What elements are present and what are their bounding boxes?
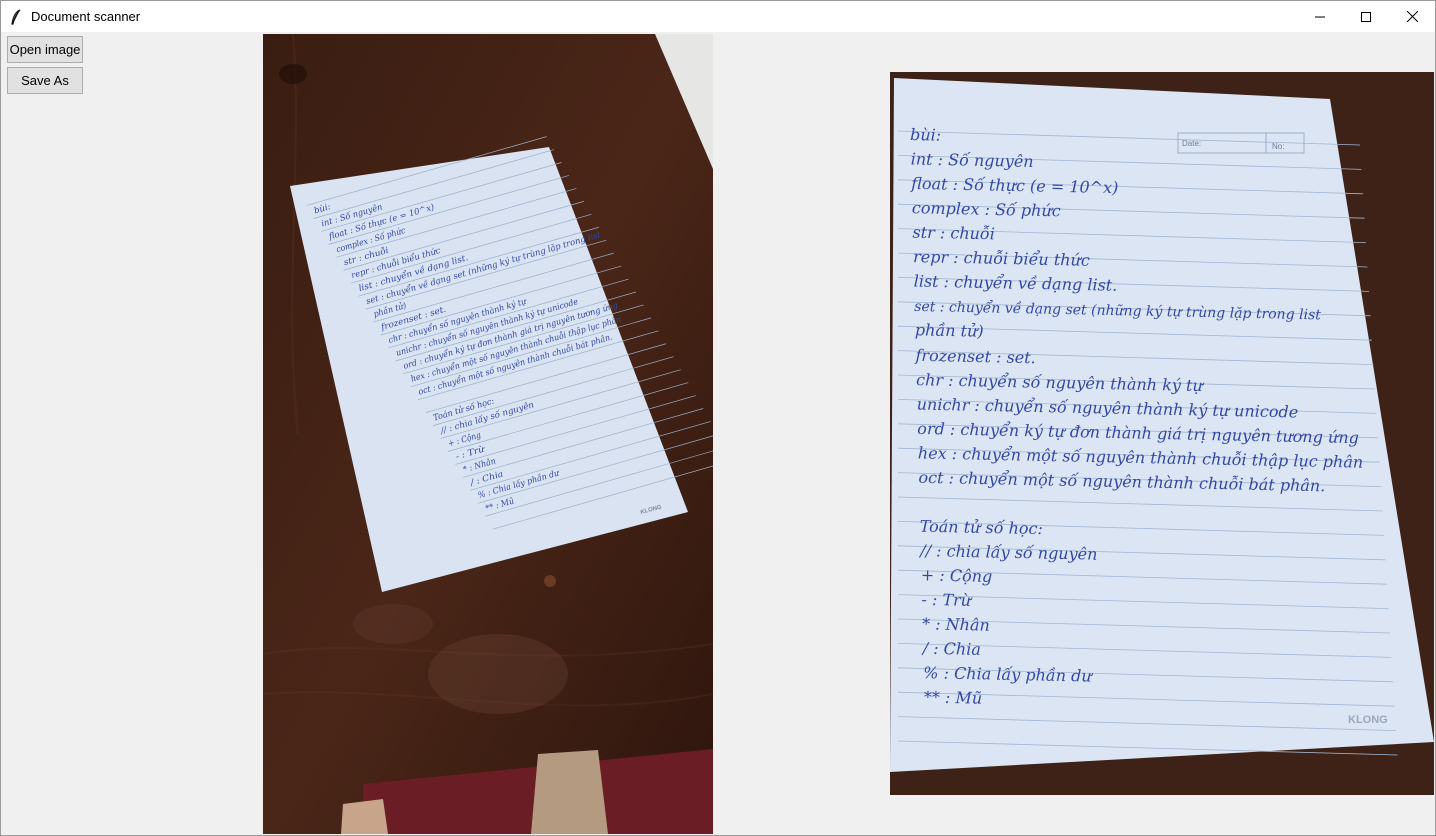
open-image-button[interactable]: Open image — [7, 36, 83, 63]
note-line: // : chia lấy số nguyên — [918, 541, 1098, 564]
feather-icon — [1, 1, 31, 32]
close-button[interactable] — [1389, 1, 1435, 32]
note-line: Toán tử số học: — [920, 517, 1044, 539]
original-image: bùi: int : Số nguyên float : Số thực (e = … — [263, 34, 713, 834]
note-line: phần tử) — [915, 320, 984, 340]
window-title: Document scanner — [31, 9, 141, 24]
close-icon — [1406, 11, 1418, 22]
note-line: frozenset : set. — [914, 346, 1036, 368]
note-line: bùi: — [910, 125, 941, 145]
title-bar: Document scanner — [1, 1, 1435, 32]
note-line: complex : Số phức — [912, 198, 1061, 220]
note-line: + : Cộng — [921, 565, 993, 585]
no-label: No: — [1272, 142, 1284, 151]
app-window: Document scanner Open image Save As bùi:… — [0, 0, 1436, 836]
note-line: / : Chia — [921, 639, 982, 659]
date-label: Date: — [1182, 139, 1201, 148]
note-line: int : Số nguyên — [911, 149, 1034, 171]
maximize-icon — [1361, 11, 1371, 22]
note-line: % : Chia lấy phần dư — [923, 663, 1093, 686]
maximize-button[interactable] — [1343, 1, 1389, 32]
minimize-button[interactable] — [1297, 1, 1343, 32]
brand-mark: KLONG — [1348, 714, 1388, 726]
note-line: repr : chuỗi biểu thức — [913, 247, 1090, 270]
sidebar: Open image Save As — [1, 32, 263, 835]
save-as-button[interactable]: Save As — [7, 67, 83, 94]
scanned-image: Date: No: bùi: int : Số nguyên float : Số … — [890, 72, 1434, 795]
note-line: * : Nhân — [922, 614, 990, 634]
minimize-icon — [1315, 16, 1325, 17]
note-line: - : Trừ — [921, 590, 973, 610]
note-line: ** : Mũ — [924, 687, 983, 707]
note-line: str : chuỗi — [912, 223, 995, 244]
